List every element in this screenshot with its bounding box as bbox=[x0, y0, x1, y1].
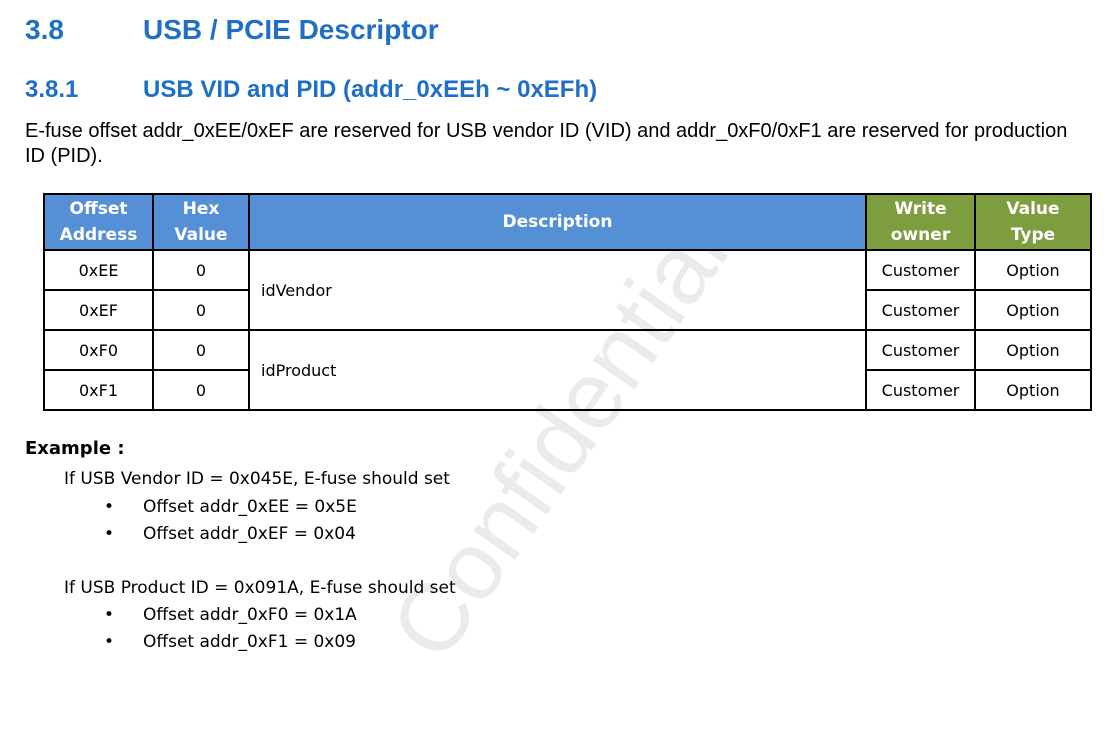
owner-cell: Customer bbox=[865, 289, 976, 331]
bullet-icon: • bbox=[104, 497, 115, 517]
bullet-icon: • bbox=[104, 632, 115, 652]
type-cell: Option bbox=[974, 289, 1092, 331]
table-header-row: Offset Address Hex Value Description Write… bbox=[43, 193, 1092, 251]
header-description: Description bbox=[248, 193, 867, 251]
subsection-number: 3.8.1 bbox=[25, 76, 79, 103]
example-title: Example : bbox=[25, 438, 125, 459]
type-cell: Option bbox=[974, 369, 1092, 411]
header-value-type: Value Type bbox=[974, 193, 1092, 251]
subsection-title: USB VID and PID (addr_0xEEh ~ 0xEFh) bbox=[143, 76, 598, 103]
header-hex-value: Hex Value bbox=[152, 193, 250, 251]
offset-cell: 0xF0 bbox=[43, 329, 154, 371]
offset-cell: 0xEE bbox=[43, 249, 154, 291]
type-cell: Option bbox=[974, 329, 1092, 371]
type-cell: Option bbox=[974, 249, 1092, 291]
section-title: USB / PCIE Descriptor bbox=[143, 14, 439, 45]
descriptor-table: Offset Address Hex Value Description Write… bbox=[43, 193, 1092, 411]
owner-cell: Customer bbox=[865, 369, 976, 411]
hex-cell: 0 bbox=[152, 289, 250, 331]
table-row: 0xEE 0 idVendor Customer Option bbox=[43, 249, 1092, 331]
section-number: 3.8 bbox=[25, 14, 64, 45]
vendor-example-line: If USB Vendor ID = 0x045E, E-fuse should… bbox=[64, 469, 450, 489]
hex-cell: 0 bbox=[152, 369, 250, 411]
intro-paragraph: E-fuse offset addr_0xEE/0xEF are reserve… bbox=[25, 120, 1068, 167]
hex-cell: 0 bbox=[152, 329, 250, 371]
header-write-owner: Write owner bbox=[865, 193, 976, 251]
owner-cell: Customer bbox=[865, 329, 976, 371]
bullet-icon: • bbox=[104, 605, 115, 625]
header-offset-address: Offset Address bbox=[43, 193, 154, 251]
owner-cell: Customer bbox=[865, 249, 976, 291]
description-cell: idVendor bbox=[248, 249, 867, 331]
product-example-line: If USB Product ID = 0x091A, E-fuse shoul… bbox=[64, 578, 456, 598]
hex-cell: 0 bbox=[152, 249, 250, 291]
offset-cell: 0xEF bbox=[43, 289, 154, 331]
offset-cell: 0xF1 bbox=[43, 369, 154, 411]
bullet-icon: • bbox=[104, 524, 115, 544]
table-row: 0xF0 0 idProduct Customer Option bbox=[43, 329, 1092, 411]
description-cell: idProduct bbox=[248, 329, 867, 411]
